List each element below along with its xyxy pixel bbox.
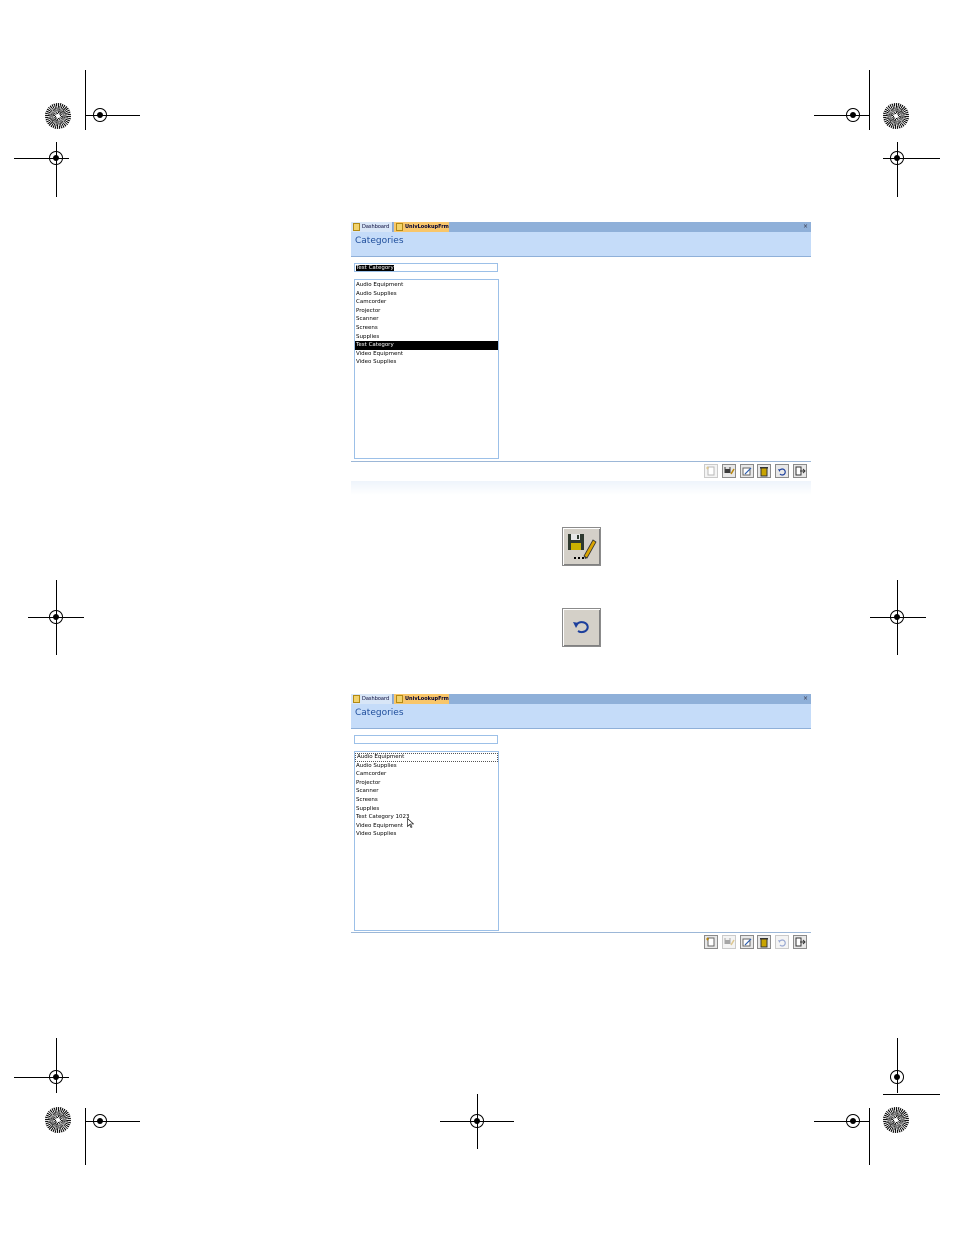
document-tab-strip: Dashboard UnivLookupFrm × [351,694,811,704]
list-item[interactable]: Audio Equipment [355,281,498,290]
top-form-window: Dashboard UnivLookupFrm × Categories Tes… [351,222,811,495]
new-record-icon [706,466,715,476]
list-item[interactable]: Video Equipment [355,350,498,359]
delete-icon [760,938,768,948]
form-footer-toolbar [351,932,811,952]
registration-target-icon [890,610,904,624]
registration-target-icon [93,108,107,122]
registration-target-icon [49,1070,63,1084]
list-item[interactable]: Screens [355,324,498,333]
edit-record-icon [742,467,752,476]
page-title: Categories [355,236,404,246]
mouse-pointer-icon [407,818,414,828]
registration-star-icon [883,1107,909,1133]
registration-target-icon [890,151,904,165]
undo-button-enlarged[interactable] [562,608,601,647]
registration-target-icon [49,151,63,165]
form-header: Categories [351,704,811,729]
new-record-icon [706,937,715,947]
tab-dashboard[interactable]: Dashboard [351,694,393,704]
registration-star-icon [45,1107,71,1133]
save-record-button[interactable] [722,464,736,478]
category-text-input[interactable] [354,735,498,744]
undo-button[interactable] [775,464,789,478]
page-title: Categories [355,708,404,718]
list-item[interactable]: Camcorder [355,770,498,779]
list-item[interactable]: Video Supplies [355,358,498,367]
document-tab-strip: Dashboard UnivLookupFrm × [351,222,811,232]
form-footer-toolbar [351,461,811,481]
exit-button[interactable] [793,935,807,949]
undo-icon [778,468,786,476]
form-icon [353,695,360,703]
save-edit-button-enlarged[interactable] [562,527,601,566]
tab-dashboard[interactable]: Dashboard [351,222,393,232]
list-item-focused[interactable]: Audio Equipment [355,753,498,762]
list-item[interactable]: Video Supplies [355,830,498,839]
form-icon [396,223,403,231]
category-listbox[interactable]: Audio Equipment Audio Supplies Camcorder… [354,279,499,459]
save-record-button[interactable] [722,935,736,949]
delete-icon [760,467,768,477]
save-record-icon [724,467,735,475]
exit-button[interactable] [793,464,807,478]
list-item[interactable]: Supplies [355,805,498,814]
edit-record-icon [742,938,752,947]
edit-record-button[interactable] [740,935,754,949]
delete-button[interactable] [757,935,771,949]
list-item-selected[interactable]: Test Category [355,341,498,350]
undo-icon [573,621,589,634]
form-header: Categories [351,232,811,257]
bottom-form-window: Dashboard UnivLookupFrm × Categories Aud… [351,694,811,952]
new-record-button[interactable] [704,935,718,949]
list-item[interactable]: Video Equipment [355,822,498,831]
new-record-button[interactable] [704,464,718,478]
category-text-value: Test Category [356,265,394,271]
tab-univlookupfrm[interactable]: UnivLookupFrm [394,694,449,704]
category-listbox[interactable]: Audio Equipment Audio Supplies Camcorder… [354,751,499,931]
save-record-icon [724,938,735,946]
exit-icon [795,937,806,947]
undo-button[interactable] [775,935,789,949]
save-edit-icon [568,534,597,559]
registration-target-icon [846,1114,860,1128]
delete-button[interactable] [757,464,771,478]
registration-target-icon [93,1114,107,1128]
edit-record-button[interactable] [740,464,754,478]
close-icon[interactable]: × [803,222,808,232]
list-item[interactable]: Audio Supplies [355,762,498,771]
list-item[interactable]: Supplies [355,333,498,342]
registration-target-icon [890,1070,904,1084]
tab-univlookupfrm[interactable]: UnivLookupFrm [394,222,449,232]
close-icon[interactable]: × [803,694,808,704]
registration-target-icon [846,108,860,122]
registration-target-icon [470,1114,484,1128]
list-item[interactable]: Projector [355,307,498,316]
list-item[interactable]: Scanner [355,787,498,796]
list-item[interactable]: Projector [355,779,498,788]
window-bottom-edge [351,481,811,495]
form-icon [353,223,360,231]
list-item[interactable]: Camcorder [355,298,498,307]
category-text-input[interactable]: Test Category [354,263,498,272]
registration-star-icon [883,103,909,129]
exit-icon [795,466,806,476]
list-item[interactable]: Screens [355,796,498,805]
list-item[interactable]: Test Category 1023 [355,813,498,822]
form-icon [396,695,403,703]
registration-target-icon [49,610,63,624]
list-item[interactable]: Audio Supplies [355,290,498,299]
undo-icon [778,939,786,947]
registration-star-icon [45,103,71,129]
list-item[interactable]: Scanner [355,315,498,324]
